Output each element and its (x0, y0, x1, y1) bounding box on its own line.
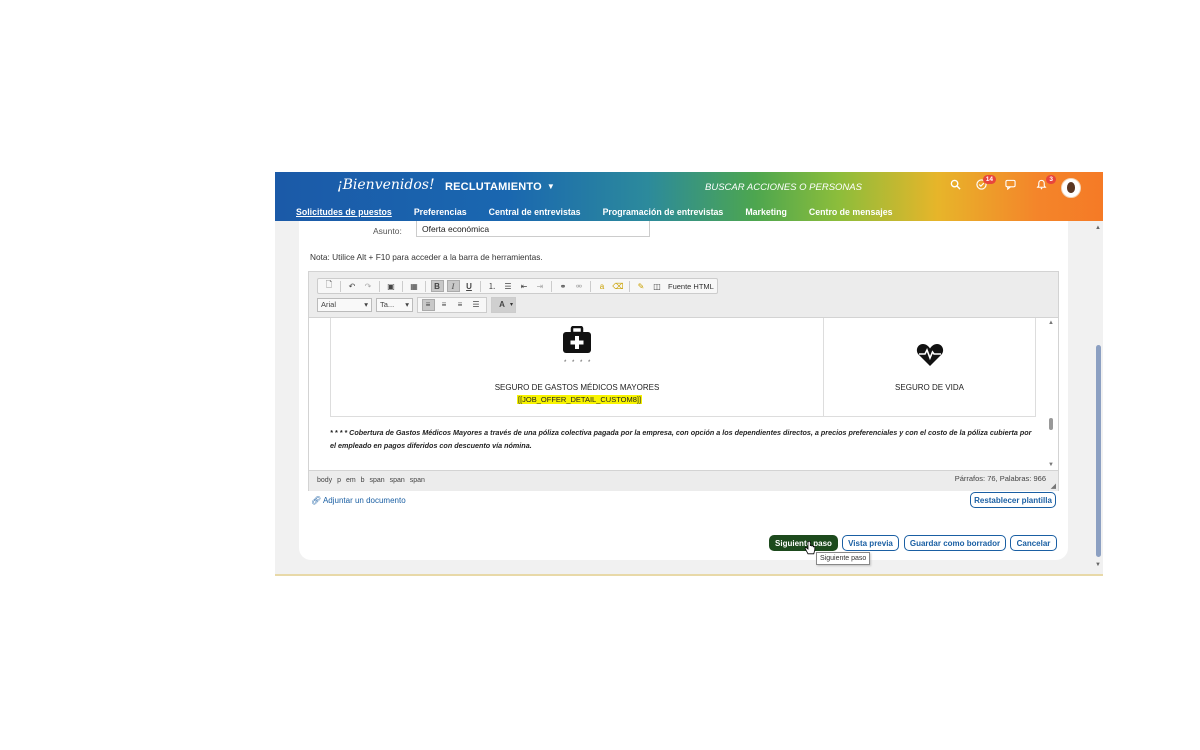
nav-item-programacion[interactable]: Programación de entrevistas (603, 207, 724, 221)
bell-icon[interactable]: 3 (1036, 175, 1056, 193)
font-family-value: Arial (321, 300, 337, 309)
chevron-down-icon: ▾ (405, 300, 409, 309)
editor-statusbar: body p em b span span span Párrafos: 76,… (309, 470, 1058, 491)
outdent-icon[interactable]: ⇤ (518, 280, 531, 292)
editor-toolbar: 🗋 ↶ ↷ ▣ ▦ B I U ⒈ ☰ ⇤ ⇥ ⚭ ⚮ a ⌫ ✎ ◫ Fuen… (309, 272, 1058, 318)
nav-item-mensajes[interactable]: Centro de mensajes (809, 207, 893, 221)
toolbar-note: Nota: Utilice Alt + F10 para acceder a l… (310, 252, 543, 262)
offer-letter-card: Asunto: Nota: Utilice Alt + F10 para acc… (299, 221, 1068, 565)
editor-content[interactable]: * * * * SEGURO DE GASTOS MÉDICOS MAYORES… (309, 318, 1058, 470)
main-nav: Solicitudes de puestos Preferencias Cent… (296, 207, 893, 221)
toolbar-row-1: 🗋 ↶ ↷ ▣ ▦ B I U ⒈ ☰ ⇤ ⇥ ⚭ ⚮ a ⌫ ✎ ◫ Fuen… (317, 278, 718, 294)
link-icon[interactable]: ⚭ (557, 280, 570, 292)
font-size-value: Ta... (380, 300, 395, 309)
image-icon[interactable]: ▣ (385, 280, 398, 292)
redo-icon[interactable]: ↷ (362, 280, 375, 292)
notification-badge: 3 (1046, 175, 1056, 184)
element-path[interactable]: body p em b span span span (317, 477, 425, 484)
heart-pulse-icon (916, 343, 944, 372)
attach-label: Adjuntar un documento (322, 496, 406, 505)
chevron-down-icon: ▼ (546, 182, 556, 191)
page-scrollbar[interactable]: ▲ ▼ (1094, 223, 1103, 574)
chevron-down-icon: ▾ (364, 300, 368, 309)
save-draft-button[interactable]: Guardar como borrador (904, 535, 1006, 551)
medical-insurance-placeholder: [[JOB_OFFER_DETAIL_CUSTOM8]] (517, 395, 643, 404)
restore-template-button[interactable]: Restablecer plantilla (970, 492, 1056, 508)
new-document-icon[interactable]: 🗋 (323, 280, 336, 292)
text-color-button[interactable]: A ▾ (491, 296, 517, 313)
table-divider (823, 318, 824, 416)
scroll-up-icon[interactable]: ▲ (1048, 320, 1054, 326)
medical-kit-icon (562, 325, 592, 359)
chevron-down-icon: ▾ (510, 302, 514, 308)
preview-button[interactable]: Vista previa (842, 535, 899, 551)
todo-count-badge: 14 (982, 175, 996, 184)
coverage-footnote: * * * * Cobertura de Gastos Médicos Mayo… (330, 428, 1032, 450)
italic-button[interactable]: I (446, 280, 460, 292)
top-header: ¡Bienvenidos! RECLUTAMIENTO ▼ BUSCAR ACCI… (275, 172, 1103, 221)
word-count: Párrafos: 76, Palabras: 966 (954, 474, 1046, 483)
medical-insurance-title: SEGURO DE GASTOS MÉDICOS MAYORES (494, 383, 660, 392)
todo-icon[interactable]: 14 (976, 175, 996, 193)
search-icon[interactable] (950, 179, 961, 193)
clear-format-icon[interactable]: ⌫ (612, 280, 625, 292)
html-source-button[interactable]: Fuente HTML (668, 282, 714, 291)
scroll-down-icon[interactable]: ▼ (1048, 462, 1054, 468)
scroll-up-icon[interactable]: ▲ (1095, 225, 1101, 231)
browser-window: ¡Bienvenidos! RECLUTAMIENTO ▼ BUSCAR ACCI… (275, 172, 1103, 576)
module-switcher[interactable]: RECLUTAMIENTO ▼ (445, 181, 555, 193)
text-color-label: A (499, 300, 505, 309)
hand-cursor-icon (804, 540, 816, 560)
page-scroll-thumb[interactable] (1096, 345, 1101, 557)
justify-icon[interactable]: ☰ (470, 299, 483, 311)
subject-label: Asunto: (373, 226, 402, 236)
welcome-logo[interactable]: ¡Bienvenidos! (337, 177, 435, 193)
spellcheck-icon[interactable]: a (596, 280, 609, 292)
indent-icon[interactable]: ⇥ (534, 280, 547, 292)
bullet-list-icon[interactable]: ☰ (502, 280, 515, 292)
resize-grip-icon[interactable]: ◢ (1051, 482, 1056, 490)
attach-document-link[interactable]: 🔗︎ Adjuntar un documento (311, 496, 406, 505)
subject-input[interactable] (416, 221, 650, 237)
global-search[interactable]: BUSCAR ACCIONES O PERSONAS (705, 182, 862, 193)
align-right-icon[interactable]: ≡ (454, 299, 467, 311)
life-insurance-title: SEGURO DE VIDA (895, 383, 964, 392)
placeholder-tag-icon[interactable]: ✎ (635, 280, 648, 292)
nav-item-preferencias[interactable]: Preferencias (414, 207, 467, 221)
nav-item-solicitudes[interactable]: Solicitudes de puestos (296, 207, 392, 221)
benefits-table: * * * * SEGURO DE GASTOS MÉDICOS MAYORES… (330, 318, 1036, 417)
next-step-tooltip: Siguiente paso (816, 552, 871, 565)
unlink-icon[interactable]: ⚮ (573, 280, 586, 292)
nav-item-central-entrevistas[interactable]: Central de entrevistas (489, 207, 581, 221)
numbered-list-icon[interactable]: ⒈ (486, 280, 499, 292)
paperclip-icon: 🔗︎ (311, 496, 322, 505)
undo-icon[interactable]: ↶ (346, 280, 359, 292)
scroll-down-icon[interactable]: ▼ (1095, 562, 1101, 568)
table-icon[interactable]: ▦ (408, 280, 421, 292)
cancel-button[interactable]: Cancelar (1010, 535, 1057, 551)
font-family-select[interactable]: Arial ▾ (317, 297, 372, 312)
underline-button[interactable]: U (463, 280, 476, 292)
source-icon[interactable]: ◫ (651, 280, 664, 292)
module-label: RECLUTAMIENTO (445, 181, 542, 193)
font-size-select[interactable]: Ta... ▾ (376, 297, 413, 312)
bold-button[interactable]: B (430, 280, 444, 292)
editor-scroll-thumb[interactable] (1049, 418, 1053, 430)
align-left-icon[interactable]: ≡ (421, 298, 435, 311)
editor-scrollbar[interactable]: ▲ ▼ (1046, 318, 1056, 470)
alignment-group: ≡ ≡ ≡ ☰ (417, 296, 487, 313)
chat-icon[interactable] (1005, 179, 1016, 193)
toolbar-row-2: Arial ▾ Ta... ▾ ≡ ≡ ≡ ☰ A ▾ (317, 296, 517, 313)
nav-item-marketing[interactable]: Marketing (745, 207, 787, 221)
avatar[interactable] (1061, 178, 1081, 198)
footnote-marker: * * * * (564, 360, 593, 366)
align-center-icon[interactable]: ≡ (438, 299, 451, 311)
rich-text-editor: 🗋 ↶ ↷ ▣ ▦ B I U ⒈ ☰ ⇤ ⇥ ⚭ ⚮ a ⌫ ✎ ◫ Fuen… (308, 271, 1059, 491)
